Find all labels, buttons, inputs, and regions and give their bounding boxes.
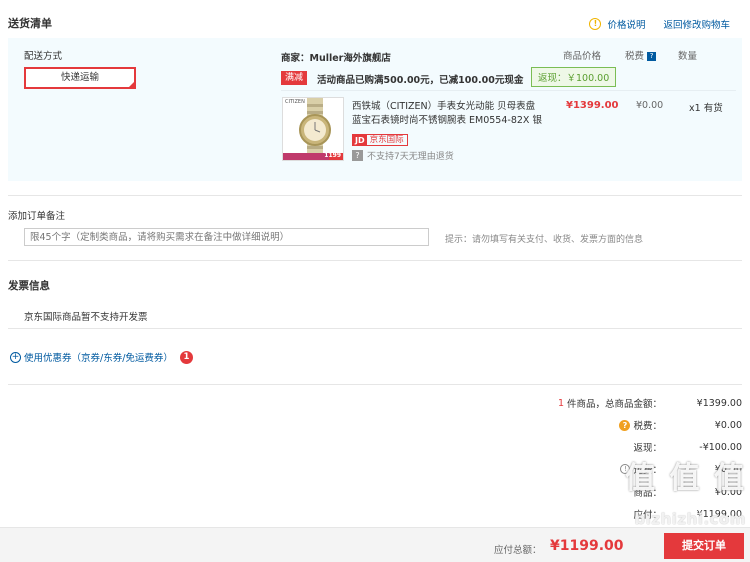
selected-corner-icon: [127, 80, 136, 89]
rebate-label: 返现：: [633, 443, 662, 454]
question-icon: ?: [352, 150, 363, 161]
shipping-method-panel: 配送方式 快递运输: [8, 38, 268, 181]
items-count: 1: [557, 397, 564, 409]
coupon-toggle[interactable]: + 使用优惠券（京券/东券/免运费券） 1: [10, 350, 193, 364]
image-brand-text: CITIZEN: [285, 99, 305, 105]
price-note-link[interactable]: 价格说明: [607, 17, 645, 31]
watermark-logo: 值 值 值: [625, 461, 746, 496]
divider: [8, 328, 742, 329]
divider: [8, 195, 742, 196]
summary-items: 1 件商品，总商品金额： ¥1399.00: [522, 396, 742, 411]
product-tax: ¥0.00: [636, 100, 664, 111]
divider: [8, 260, 742, 261]
rebate-badge: 返现：￥100.00: [531, 67, 617, 87]
plus-icon: +: [10, 351, 21, 363]
shipping-method-label: 配送方式: [24, 51, 63, 62]
remark-label: 添加订单备注: [8, 211, 66, 222]
items-total: ¥1399.00: [696, 397, 742, 409]
jd-international-badge: JD 京东国际: [352, 134, 408, 146]
col-header-price: 商品价格: [563, 51, 602, 62]
coupon-label: 使用优惠券（京券/东券/免运费券）: [24, 353, 173, 364]
product-image[interactable]: CITIZEN 1199: [282, 97, 344, 161]
col-header-tax: 税费 ?: [625, 48, 657, 62]
return-policy-text: 不支持7天无理由退货: [367, 152, 454, 162]
summary-rebate: 返现： -¥100.00: [522, 440, 742, 455]
shipping-method-text: 快递运输: [60, 72, 99, 83]
coupon-count-badge: 1: [179, 350, 193, 364]
product-qty: x1 有货: [689, 100, 723, 114]
divider: [281, 90, 736, 91]
summary-tax: ? 税费： ¥0.00: [522, 418, 742, 432]
badge-text: 京东国际: [369, 135, 404, 145]
product-price: ¥1399.00: [566, 100, 619, 111]
rebate-value: -¥100.00: [699, 441, 742, 453]
items-label: 件商品，总商品金额：: [566, 399, 662, 410]
col-header-qty: 数量: [678, 51, 698, 62]
tax-info-icon[interactable]: ?: [619, 419, 631, 431]
image-price-text: 1199: [324, 152, 341, 159]
checkout-bar: 应付总额： ¥1199.00 提交订单: [0, 527, 750, 562]
remark-hint: 提示：请勿填写有关支付、收货、发票方面的信息: [445, 235, 644, 245]
shop-name: 商家：Muller海外旗舰店: [281, 53, 391, 64]
promo-text: 活动商品已购满500.00元，已减100.00元现金: [317, 75, 524, 86]
help-icon[interactable]: ?: [647, 52, 657, 61]
shipping-method-button[interactable]: 快递运输: [24, 67, 136, 89]
qty-value: x1: [689, 103, 701, 114]
promo-tag: 满减: [281, 71, 308, 85]
return-policy: ? 不支持7天无理由退货: [352, 149, 454, 162]
shop-order-panel: 商家：Muller海外旗舰店 商品价格 税费 ? 数量 满减 活动商品已购满50…: [273, 38, 742, 181]
stock-status: 有货: [703, 103, 723, 114]
total-value: ¥1199.00: [550, 538, 624, 554]
section-title: 送货清单: [8, 17, 52, 30]
invoice-text: 京东国际商品暂不支持开发票: [24, 312, 148, 323]
submit-order-button[interactable]: 提交订单: [664, 533, 744, 559]
watermark-text: bizhizhi.com: [634, 510, 746, 528]
header-links: ! 价格说明 返回修改购物车: [589, 17, 742, 31]
shipping-panel: 配送方式 快递运输 商家：Muller海外旗舰店 商品价格 税费 ? 数量 满减…: [8, 38, 742, 181]
total-label: 应付总额：: [494, 545, 542, 556]
jd-logo-icon: JD: [353, 135, 367, 145]
tax-value: ¥0.00: [714, 419, 742, 431]
back-to-cart-link[interactable]: 返回修改购物车: [663, 17, 730, 31]
product-title[interactable]: 西铁城（CITIZEN）手表女光动能 贝母表盘蓝宝石表镜时尚不锈钢腕表 EM05…: [352, 100, 542, 128]
col-header-tax-label: 税费: [625, 51, 645, 62]
invoice-title: 发票信息: [8, 280, 50, 292]
tax-label: 税费：: [633, 421, 662, 432]
divider: [8, 384, 742, 385]
remark-input[interactable]: [24, 228, 429, 246]
warning-icon: !: [589, 18, 602, 30]
